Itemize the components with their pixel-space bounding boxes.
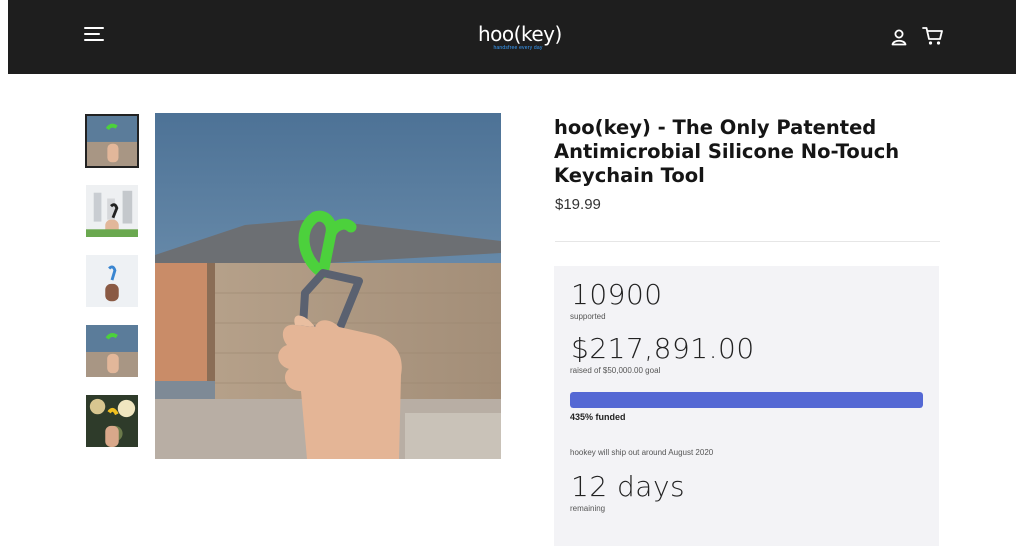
cart-icon[interactable] [922, 26, 944, 46]
site-logo[interactable]: hoo(key) handsfree every day [478, 22, 562, 51]
supporters-count: 10900 [571, 278, 663, 311]
site-header: hoo(key) handsfree every day [8, 0, 1016, 74]
ship-date-text: hookey will ship out around August 2020 [570, 448, 714, 457]
thumbnail-5[interactable] [85, 394, 139, 448]
funding-progress-fill [570, 392, 923, 408]
funding-panel: 10900 supported $217,891.00 raised of $5… [554, 266, 939, 546]
logo-text: hoo(key) [478, 22, 562, 46]
percent-funded: 435% funded [570, 412, 626, 422]
user-icon[interactable] [890, 28, 908, 46]
divider [555, 241, 940, 242]
thumbnail-2[interactable] [85, 184, 139, 238]
product-price: $19.99 [555, 196, 601, 213]
remaining-label: remaining [570, 504, 606, 513]
thumbnail-3[interactable] [85, 254, 139, 308]
days-remaining: 12 days [571, 470, 686, 503]
product-main-image[interactable] [155, 113, 501, 459]
supporters-label: supported [570, 312, 606, 321]
thumbnail-gallery [85, 114, 141, 464]
hamburger-menu-icon[interactable] [84, 27, 104, 45]
thumbnail-1[interactable] [85, 114, 139, 168]
product-title: hoo(key) - The Only Patented Antimicrobi… [554, 116, 900, 187]
funding-progress-bar [570, 392, 923, 408]
thumbnail-4[interactable] [85, 324, 139, 378]
goal-text: raised of $50,000.00 goal [570, 366, 661, 375]
raised-amount: $217,891.00 [571, 332, 755, 365]
